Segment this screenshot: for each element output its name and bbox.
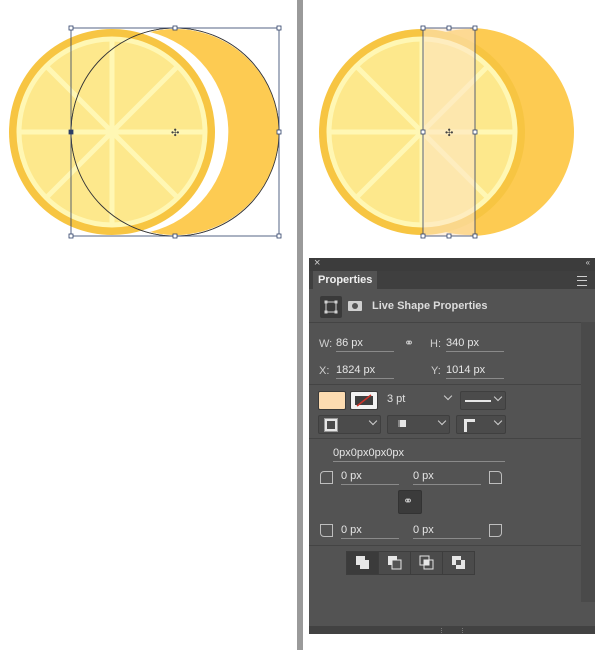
corner-radius-all-field[interactable]: 0px0px0px0px bbox=[333, 447, 505, 462]
align-inside-icon bbox=[324, 418, 338, 432]
separator bbox=[309, 545, 581, 546]
chevron-down-icon bbox=[493, 392, 503, 402]
close-icon[interactable]: × bbox=[314, 257, 320, 269]
stroke-caps-select[interactable] bbox=[387, 415, 450, 434]
separator bbox=[309, 438, 581, 439]
link-radii-button[interactable]: ⚭ bbox=[398, 490, 422, 514]
width-label: W: bbox=[319, 338, 333, 350]
stroke-width-value: 3 pt bbox=[387, 393, 406, 405]
radius-tr-field[interactable]: 0 px bbox=[413, 470, 481, 485]
radius-tl-field[interactable]: 0 px bbox=[341, 470, 399, 485]
canvas-divider bbox=[297, 0, 303, 650]
corner-tr-icon bbox=[489, 471, 502, 484]
corner-join-icon bbox=[464, 419, 475, 432]
separator bbox=[309, 384, 581, 385]
left-center-crosshair-icon: ✣ bbox=[171, 128, 179, 139]
stroke-type-select[interactable] bbox=[460, 391, 506, 410]
mask-icon[interactable] bbox=[345, 296, 365, 316]
fill-swatch[interactable] bbox=[318, 391, 346, 410]
left-lemon: ✣ bbox=[9, 25, 282, 239]
properties-panel: × ‹‹ Properties Live Shape Properties W:… bbox=[309, 257, 595, 634]
chevron-down-icon bbox=[493, 416, 503, 426]
panel-resize-bar[interactable] bbox=[309, 626, 595, 634]
separator bbox=[309, 322, 581, 323]
resize-grip-icon[interactable] bbox=[441, 628, 463, 633]
stroke-line-icon bbox=[465, 400, 491, 402]
link-dimensions-icon[interactable]: ⚭ bbox=[404, 336, 414, 350]
y-field[interactable]: 1014 px bbox=[446, 364, 504, 379]
chevron-down-icon bbox=[443, 391, 453, 401]
exclude-shapes-button[interactable] bbox=[442, 551, 475, 575]
corner-bl-icon bbox=[320, 524, 333, 537]
height-field[interactable]: 340 px bbox=[446, 337, 504, 352]
stroke-width-select[interactable]: 3 pt bbox=[383, 391, 455, 408]
stroke-corners-select[interactable] bbox=[456, 415, 506, 434]
combine-shapes-button[interactable] bbox=[346, 551, 379, 575]
radius-br-field[interactable]: 0 px bbox=[413, 524, 481, 539]
width-field[interactable]: 86 px bbox=[336, 337, 394, 352]
height-label: H: bbox=[430, 338, 441, 350]
right-center-crosshair-icon: ✣ bbox=[445, 128, 453, 139]
stroke-align-select[interactable] bbox=[318, 415, 381, 434]
cap-icon bbox=[398, 420, 406, 427]
tab-properties[interactable]: Properties bbox=[313, 271, 378, 289]
panel-scrollbar[interactable] bbox=[581, 322, 595, 602]
chevron-down-icon bbox=[368, 416, 378, 426]
panel-tabbar: Properties bbox=[309, 271, 595, 289]
panel-header-title: Live Shape Properties bbox=[372, 300, 488, 312]
corner-br-icon bbox=[489, 524, 502, 537]
link-icon: ⚭ bbox=[403, 494, 414, 508]
corner-tl-icon bbox=[320, 471, 333, 484]
menu-lines-icon[interactable] bbox=[577, 276, 587, 286]
radius-bl-field[interactable]: 0 px bbox=[341, 524, 399, 539]
transform-rect-icon[interactable] bbox=[320, 296, 342, 318]
chevron-down-icon bbox=[437, 416, 447, 426]
right-lemon: ✣ bbox=[319, 25, 574, 239]
collapse-icon[interactable]: ‹‹ bbox=[586, 258, 590, 267]
x-field[interactable]: 1824 px bbox=[336, 364, 394, 379]
panel-titlebar: × ‹‹ bbox=[309, 257, 595, 271]
intersect-shapes-button[interactable] bbox=[410, 551, 443, 575]
stroke-swatch[interactable] bbox=[350, 391, 378, 410]
subtract-shapes-button[interactable] bbox=[378, 551, 411, 575]
x-label: X: bbox=[319, 365, 330, 377]
y-label: Y: bbox=[431, 365, 441, 377]
